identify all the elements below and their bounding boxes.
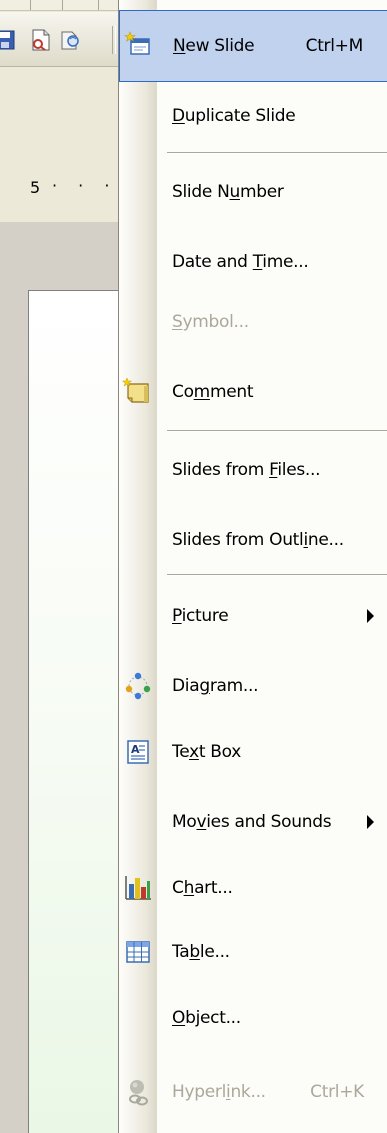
app-window: 5 · · · New Slide Ctrl+M Duplicate Slide… (0, 0, 387, 1133)
menu-separator (167, 152, 387, 154)
menu-item-hyperlink: Hyperlink... Ctrl+K (119, 1056, 387, 1128)
new-slide-icon (123, 30, 155, 62)
slide-canvas[interactable] (28, 290, 123, 1133)
menu-item-label: Slides from Files... (172, 460, 321, 480)
menu-item-new-slide[interactable]: New Slide Ctrl+M (119, 10, 387, 82)
print-preview-icon[interactable] (28, 28, 54, 52)
research-icon[interactable] (58, 28, 84, 52)
ruler-number: 5 (30, 178, 41, 197)
menu-item-label: Duplicate Slide (172, 106, 296, 126)
hyperlink-icon (122, 1076, 154, 1108)
menu-bar-fragment (0, 0, 122, 11)
table-icon (122, 936, 154, 968)
menu-item-label: Chart... (172, 878, 233, 898)
menu-item-label: Comment (172, 382, 254, 402)
menu-item-label: Text Box (172, 742, 241, 762)
menu-item-label: Diagram... (172, 676, 259, 696)
menu-item-label: Hyperlink... (172, 1082, 266, 1102)
diagram-icon (122, 670, 154, 702)
menu-item-label: Slides from Outline... (172, 530, 344, 550)
menu-item-label: Table... (172, 942, 230, 962)
menu-item-label: Symbol... (172, 312, 249, 332)
menu-item-slides-from-files[interactable]: Slides from Files... (119, 434, 387, 506)
comment-icon (121, 376, 154, 408)
submenu-arrow-icon (367, 815, 374, 829)
menu-item-label: Date and Time... (172, 252, 309, 272)
menu-item-label: Slide Number (172, 182, 284, 202)
save-icon[interactable] (0, 28, 20, 52)
menu-item-shortcut: Ctrl+M (305, 36, 364, 56)
horizontal-ruler: 5 · · · (0, 150, 122, 210)
background-application: 5 · · · (0, 0, 123, 1133)
chart-icon (122, 872, 154, 904)
menu-item-slide-number[interactable]: Slide Number (119, 156, 387, 228)
menu-separator (167, 430, 387, 432)
menu-item-slides-from-outline[interactable]: Slides from Outline... (119, 504, 387, 576)
menu-item-label: Movies and Sounds (172, 812, 332, 832)
ruler-ticks: · · · (52, 176, 118, 195)
menu-item-label: Object... (172, 1008, 241, 1028)
menu-item-object[interactable]: Object... (119, 982, 387, 1054)
menu-item-duplicate-slide[interactable]: Duplicate Slide (119, 80, 387, 152)
menu-item-text-box[interactable]: A Text Box (119, 716, 387, 788)
menu-item-chart[interactable]: Chart... (119, 852, 387, 924)
menu-item-picture[interactable]: Picture (119, 580, 387, 652)
insert-menu-dropdown: New Slide Ctrl+M Duplicate Slide Slide N… (118, 0, 387, 1133)
menu-item-symbol: Symbol... (119, 286, 387, 358)
menu-separator (167, 574, 387, 576)
toolbar-separator (112, 26, 116, 54)
menu-item-label: Picture (172, 606, 229, 626)
slide-editing-area (0, 222, 123, 1133)
menu-item-movies-and-sounds[interactable]: Movies and Sounds (119, 786, 387, 858)
menu-item-table[interactable]: Table... (119, 916, 387, 988)
menu-item-shortcut: Ctrl+K (310, 1082, 364, 1102)
standard-toolbar (0, 12, 122, 67)
menu-item-diagram[interactable]: Diagram... (119, 650, 387, 722)
menu-item-label: New Slide (173, 36, 255, 56)
text-box-icon: A (122, 736, 154, 768)
submenu-arrow-icon (367, 609, 374, 623)
menu-item-comment[interactable]: Comment (119, 356, 387, 428)
svg-text:A: A (131, 743, 140, 756)
